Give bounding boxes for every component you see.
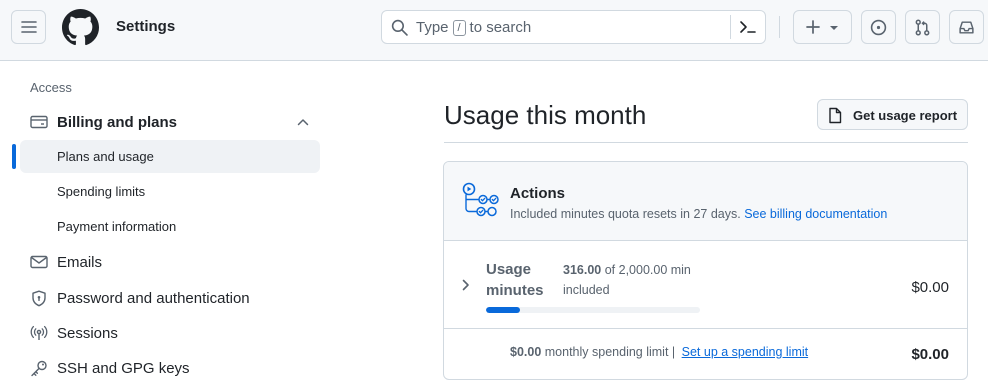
broadcast-icon: [30, 325, 48, 340]
sidebar-item-payment-information[interactable]: Payment information: [20, 210, 320, 243]
sidebar-item-plans-and-usage[interactable]: Plans and usage: [20, 140, 320, 173]
search-divider: [730, 15, 731, 39]
sidebar-item-label: SSH and GPG keys: [57, 359, 190, 377]
usage-minutes-row[interactable]: Usage minutes 316.00 of 2,000.00 min inc…: [444, 242, 967, 329]
get-usage-report-label: Get usage report: [853, 108, 958, 123]
usage-minutes-label: Usage minutes: [486, 259, 556, 301]
sidebar-item-ssh-and-gpg-keys[interactable]: SSH and GPG keys: [20, 352, 320, 384]
chevron-right-icon[interactable]: [460, 278, 472, 292]
sidebar-item-label: Payment information: [57, 219, 177, 234]
page-title: Settings: [116, 18, 176, 35]
issue-opened-icon: [870, 19, 887, 35]
search-placeholder-suffix: to search: [469, 19, 532, 36]
spending-limit-row: $0.00 monthly spending limit | Set up a …: [444, 330, 967, 379]
inbox-icon: [959, 20, 974, 34]
actions-card-title: Actions: [510, 185, 566, 202]
shield-lock-icon: [32, 290, 46, 307]
top-header: Settings Type / to search: [0, 0, 988, 61]
file-icon: [829, 107, 842, 124]
git-pull-request-icon: [915, 19, 930, 35]
spending-limit-value: $0.00: [510, 345, 542, 359]
actions-card-subtitle: Included minutes quota resets in 27 days…: [510, 207, 887, 221]
triangle-down-icon: [829, 26, 838, 30]
sidebar-item-sessions[interactable]: Sessions: [20, 317, 320, 349]
sidebar-item-label: Emails: [57, 253, 103, 271]
github-logo-icon[interactable]: [62, 9, 99, 46]
spending-limit-amount: $0.00: [911, 346, 949, 363]
sidebar-item-emails[interactable]: Emails: [20, 246, 320, 278]
credit-card-icon: [30, 115, 48, 129]
usage-progress-fill: [486, 307, 520, 313]
actions-usage-card: Actions Included minutes quota resets in…: [443, 161, 968, 380]
hamburger-icon: [20, 21, 37, 33]
main-heading: Usage this month: [444, 100, 647, 130]
get-usage-report-button[interactable]: Get usage report: [817, 99, 968, 130]
sidebar-item-label: Password and authentication: [57, 289, 250, 307]
issues-button[interactable]: [861, 10, 896, 44]
heading-divider: [444, 142, 968, 143]
spending-limit-description: monthly spending limit |: [544, 345, 676, 359]
actions-card-header: Actions Included minutes quota resets in…: [444, 162, 967, 241]
key-icon: [31, 360, 47, 377]
menu-button[interactable]: [11, 10, 46, 44]
sidebar-item-label: Spending limits: [57, 184, 146, 199]
spending-limit-text: $0.00 monthly spending limit | Set up a …: [510, 345, 808, 359]
sidebar-item-billing-and-plans[interactable]: Billing and plans: [20, 106, 320, 138]
search-placeholder: Type / to search: [416, 19, 531, 36]
sidebar-heading-access: Access: [30, 80, 72, 95]
minutes-used: 316.00: [563, 263, 602, 277]
usage-label-line1: Usage: [486, 261, 532, 278]
active-indicator: [12, 144, 16, 169]
set-up-spending-limit-link[interactable]: Set up a spending limit: [682, 345, 808, 359]
sidebar-item-password-and-authentication[interactable]: Password and authentication: [20, 282, 320, 314]
pull-requests-button[interactable]: [905, 10, 940, 44]
header-divider: [779, 16, 780, 38]
sidebar-item-label: Plans and usage: [57, 149, 154, 164]
minutes-included-label: included: [563, 283, 610, 297]
search-input[interactable]: Type / to search: [381, 10, 766, 44]
search-shortcut-key: /: [452, 19, 466, 36]
search-icon: [391, 19, 408, 36]
quota-reset-text: Included minutes quota resets in 27 days…: [510, 207, 741, 221]
plus-icon: [805, 20, 820, 34]
inbox-button[interactable]: [949, 10, 984, 44]
sidebar-item-label: Sessions: [57, 324, 118, 342]
chevron-up-icon[interactable]: [296, 115, 310, 129]
billing-documentation-link[interactable]: See billing documentation: [744, 207, 887, 221]
usage-label-line2: minutes: [486, 282, 544, 299]
actions-workflow-icon: [462, 182, 499, 217]
create-new-button[interactable]: [793, 10, 852, 44]
mail-icon: [30, 255, 48, 269]
search-placeholder-prefix: Type: [416, 19, 449, 36]
minutes-total: of 2,000.00 min: [604, 263, 691, 277]
sidebar-item-label: Billing and plans: [57, 113, 178, 131]
command-palette-icon[interactable]: [739, 19, 757, 35]
sidebar-item-spending-limits[interactable]: Spending limits: [20, 175, 320, 208]
usage-progress-bar: [486, 307, 700, 313]
usage-amount: $0.00: [911, 279, 949, 296]
usage-quantity: 316.00 of 2,000.00 min included: [563, 260, 691, 300]
